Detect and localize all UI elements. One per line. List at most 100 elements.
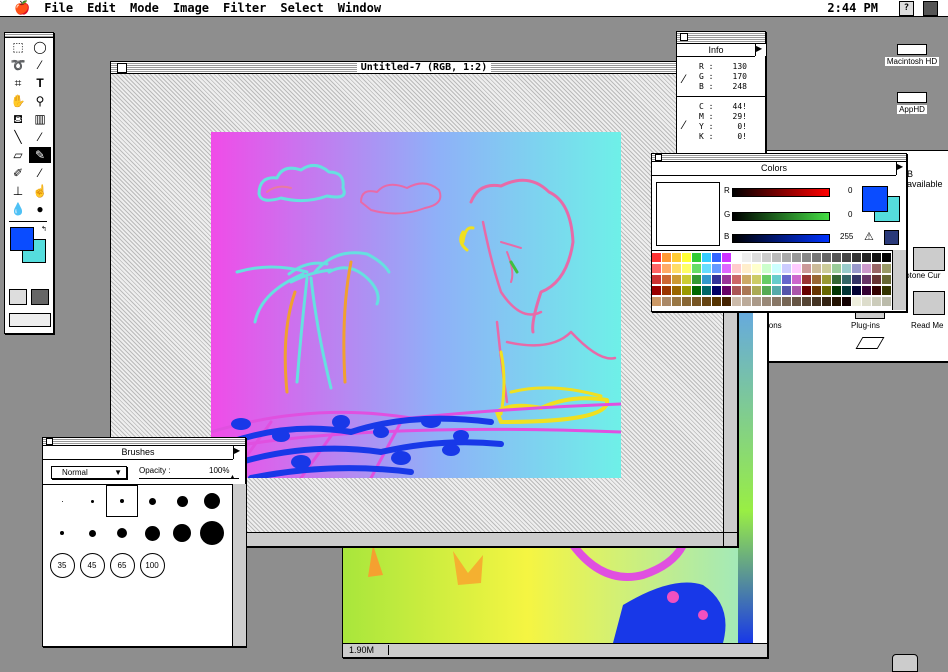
color-swatch[interactable] <box>682 297 691 306</box>
color-swatch[interactable] <box>682 264 691 273</box>
color-swatch[interactable] <box>692 253 701 262</box>
color-swatch[interactable] <box>802 253 811 262</box>
color-swatch[interactable] <box>772 286 781 295</box>
brush-35[interactable]: 35 <box>46 549 78 581</box>
crop-icon[interactable]: ⌗ <box>7 75 29 91</box>
color-swatch[interactable] <box>812 253 821 262</box>
color-swatch[interactable] <box>852 286 861 295</box>
color-swatch[interactable] <box>882 297 891 306</box>
application-menu-icon[interactable] <box>923 1 938 16</box>
swatch-scrollbar[interactable] <box>892 250 906 310</box>
close-box-icon[interactable] <box>680 33 688 41</box>
brush-5[interactable] <box>106 485 138 517</box>
color-swatch[interactable] <box>752 253 761 262</box>
color-swatch[interactable] <box>802 275 811 284</box>
color-swatch[interactable] <box>872 286 881 295</box>
color-swatch[interactable] <box>662 253 671 262</box>
color-swatch[interactable] <box>782 297 791 306</box>
color-swatch[interactable] <box>702 253 711 262</box>
color-swatch[interactable] <box>822 297 831 306</box>
menu-select[interactable]: Select <box>280 1 323 15</box>
color-swatch[interactable] <box>692 275 701 284</box>
palette-menu-arrow-icon[interactable]: ▶ <box>755 44 766 56</box>
color-swatch[interactable] <box>782 286 791 295</box>
screen-mode-icons[interactable] <box>9 313 51 327</box>
menu-file[interactable]: File <box>44 1 73 15</box>
color-swatch[interactable] <box>792 264 801 273</box>
color-swatch[interactable] <box>812 264 821 273</box>
color-swatch[interactable] <box>762 297 771 306</box>
color-swatch[interactable] <box>772 264 781 273</box>
color-swatch[interactable] <box>862 264 871 273</box>
color-swatch[interactable] <box>832 275 841 284</box>
color-swatch[interactable] <box>772 253 781 262</box>
smudge-icon[interactable]: ☝ <box>29 183 51 199</box>
color-swatch[interactable] <box>802 286 811 295</box>
color-swatch[interactable] <box>862 253 871 262</box>
color-swatch[interactable] <box>762 264 771 273</box>
opacity-slider[interactable] <box>139 478 239 479</box>
info-palette-title-bar[interactable] <box>677 32 765 44</box>
color-swatch[interactable] <box>832 286 841 295</box>
image-canvas[interactable] <box>211 132 621 478</box>
brush-1[interactable] <box>46 485 78 517</box>
color-swatch[interactable] <box>822 264 831 273</box>
swatch-grid[interactable] <box>652 250 892 311</box>
color-swatch[interactable] <box>742 286 751 295</box>
color-swatch[interactable] <box>882 264 891 273</box>
color-swatch[interactable] <box>712 275 721 284</box>
brush-soft-17[interactable] <box>136 517 168 549</box>
dodge-burn-icon[interactable]: ● <box>29 201 51 217</box>
line-icon[interactable]: ╲ <box>7 129 29 145</box>
color-swatch[interactable] <box>672 297 681 306</box>
color-swatch[interactable] <box>742 253 751 262</box>
color-swatch[interactable] <box>872 253 881 262</box>
color-swatch[interactable] <box>882 286 891 295</box>
color-swatch[interactable] <box>882 275 891 284</box>
brush-65[interactable]: 65 <box>106 549 138 581</box>
quick-mask-mode-icon[interactable] <box>31 289 49 305</box>
foreground-color-swatch[interactable] <box>862 186 888 212</box>
color-swatch[interactable] <box>822 275 831 284</box>
color-swatch[interactable] <box>822 253 831 262</box>
magic-wand-icon[interactable]: ⁄ <box>29 57 51 73</box>
colors-tab[interactable]: Colors <box>652 162 896 176</box>
paint-bucket-icon[interactable]: ⛾ <box>7 111 29 127</box>
color-swatch[interactable] <box>672 275 681 284</box>
color-swatch[interactable] <box>732 286 741 295</box>
color-swatch[interactable] <box>692 297 701 306</box>
brush-100[interactable]: 100 <box>136 549 168 581</box>
brush-soft-21[interactable] <box>166 517 198 549</box>
marquee-rect-icon[interactable]: ⬚ <box>7 39 29 55</box>
color-swatch[interactable] <box>752 264 761 273</box>
menu-window[interactable]: Window <box>338 1 381 15</box>
color-swatch[interactable] <box>772 297 781 306</box>
color-swatch[interactable] <box>732 264 741 273</box>
color-swatch[interactable] <box>792 286 801 295</box>
color-swatch[interactable] <box>862 297 871 306</box>
foreground-color-swatch[interactable] <box>10 227 34 251</box>
color-swatch[interactable] <box>752 286 761 295</box>
color-swatch[interactable] <box>752 275 761 284</box>
brush-9[interactable] <box>136 485 168 517</box>
color-swatch[interactable] <box>652 275 661 284</box>
color-swatch[interactable] <box>832 264 841 273</box>
menu-mode[interactable]: Mode <box>130 1 159 15</box>
paintbrush-icon[interactable]: ⁄ <box>29 165 51 181</box>
zoom-icon[interactable]: ⚲ <box>29 93 51 109</box>
color-swatch[interactable] <box>702 275 711 284</box>
color-swatch[interactable] <box>772 275 781 284</box>
color-swatch[interactable] <box>722 264 731 273</box>
color-swatch[interactable] <box>812 286 821 295</box>
help-icon[interactable]: ? <box>899 1 914 16</box>
color-swatch[interactable] <box>682 286 691 295</box>
color-swatch[interactable] <box>802 297 811 306</box>
color-swatch[interactable] <box>722 253 731 262</box>
folder-icon[interactable] <box>913 247 945 271</box>
color-swatch[interactable] <box>742 264 751 273</box>
apple-menu-icon[interactable]: 🍎 <box>14 1 30 16</box>
color-swatch[interactable] <box>702 286 711 295</box>
image-canvas-2[interactable] <box>343 545 753 643</box>
color-swatch[interactable] <box>782 275 791 284</box>
color-swatch[interactable] <box>702 264 711 273</box>
